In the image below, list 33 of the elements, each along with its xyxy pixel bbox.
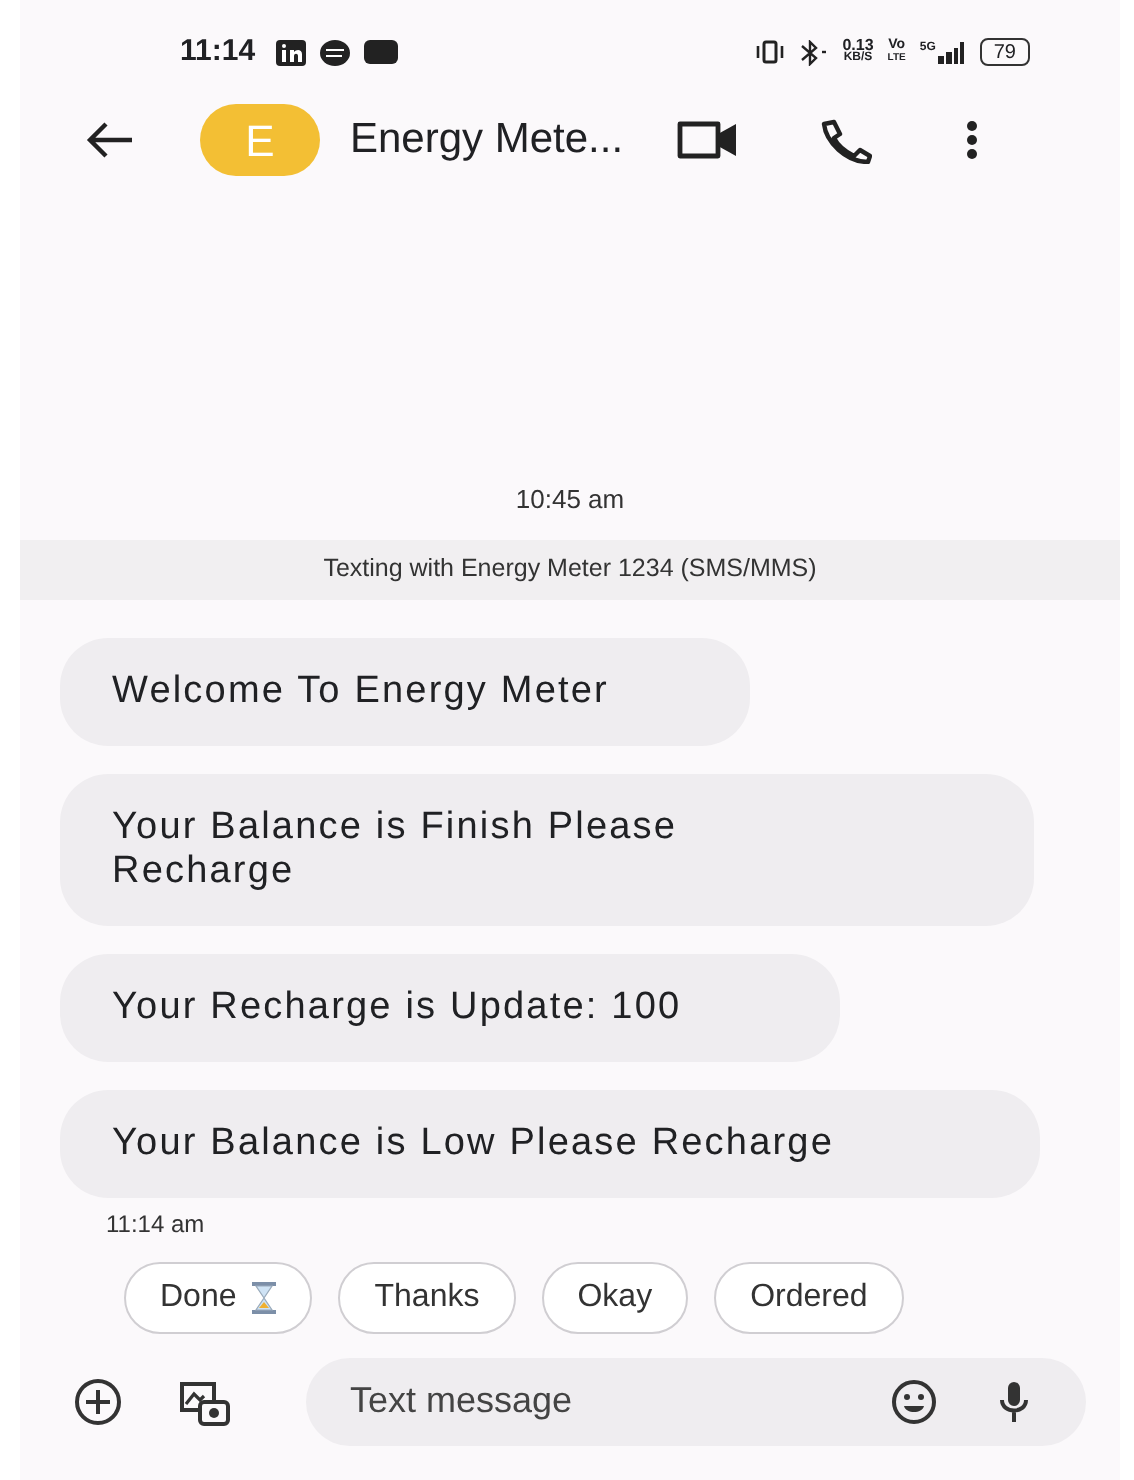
add-icon[interactable]	[74, 1377, 122, 1425]
bluetooth-icon	[800, 39, 829, 65]
phone-icon[interactable]	[817, 117, 872, 163]
linkedin-icon	[275, 39, 306, 65]
chat-bubble-icon	[319, 39, 350, 65]
message-input-field[interactable]: Text message	[306, 1357, 1086, 1445]
video-call-icon[interactable]	[675, 120, 742, 160]
text-input[interactable]: Text message	[350, 1374, 890, 1428]
microphone-icon[interactable]	[998, 1379, 1030, 1423]
message-time: 11:14 am	[106, 1207, 207, 1241]
battery-indicator: 79	[979, 38, 1030, 66]
reply-chip[interactable]: Done	[124, 1261, 313, 1333]
vibrate-icon	[754, 40, 787, 64]
contact-name: Energy Mete...	[350, 114, 624, 167]
speed-value: 0.13	[842, 38, 874, 52]
date-timestamp: 10:45 am	[515, 482, 625, 518]
signal-icon	[937, 41, 966, 63]
app-icon	[363, 40, 398, 64]
reply-chip[interactable]: Okay	[541, 1261, 689, 1333]
message-bubble: Your Balance is Low Please Recharge	[60, 1089, 1040, 1197]
gallery-camera-icon[interactable]	[178, 1377, 230, 1425]
status-time: 11:14	[180, 31, 256, 72]
reply-chip[interactable]: Ordered	[714, 1261, 904, 1333]
back-arrow-icon[interactable]	[86, 122, 134, 158]
info-banner: Texting with Energy Meter 1234 (SMS/MMS)	[20, 539, 1120, 599]
more-options-icon[interactable]	[965, 120, 978, 160]
reply-chip[interactable]: Thanks	[338, 1261, 516, 1333]
hourglass-icon	[252, 1281, 277, 1313]
message-bubble: Your Recharge is Update: 100	[60, 953, 840, 1061]
contact-avatar: E	[200, 104, 320, 176]
message-bubble: Your Balance is Finish Please Recharge	[60, 773, 1034, 925]
emoji-icon[interactable]	[890, 1377, 938, 1425]
message-bubble: Welcome To Energy Meter	[60, 637, 750, 745]
